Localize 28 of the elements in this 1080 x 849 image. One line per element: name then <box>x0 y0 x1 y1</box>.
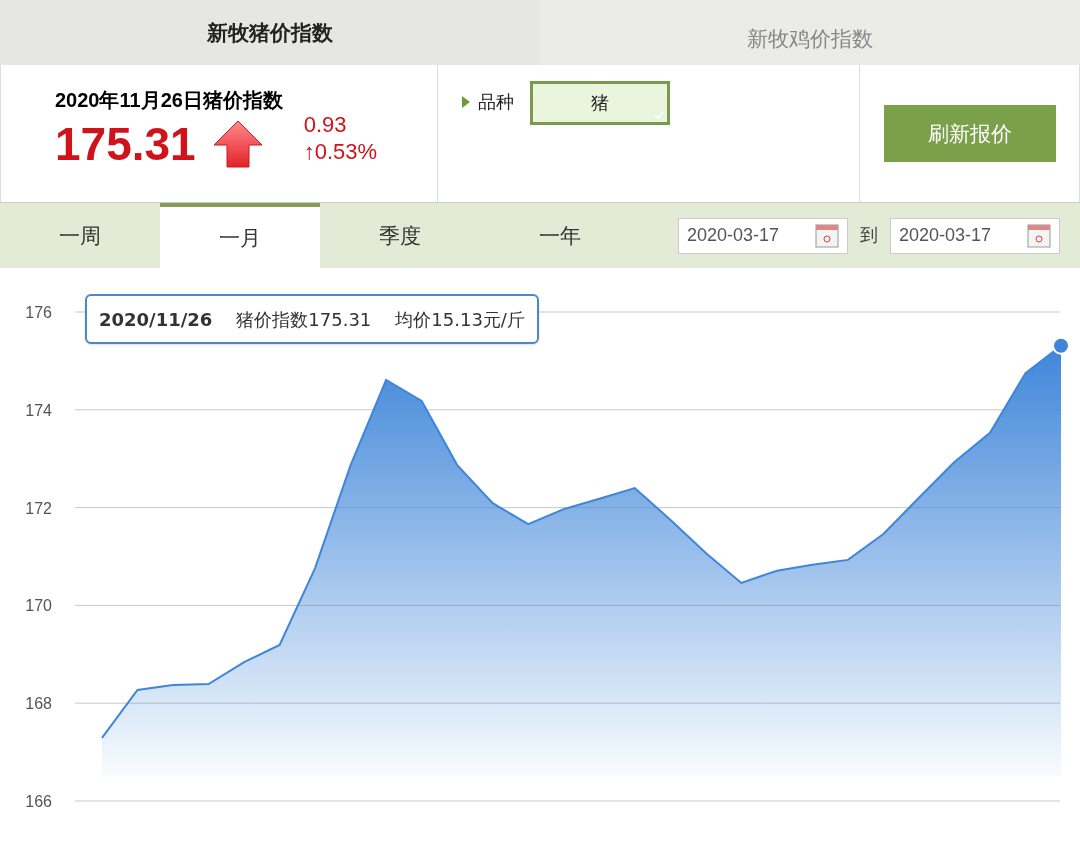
change-value: 0.93 <box>303 110 348 138</box>
period-tab[interactable]: 季度 <box>320 203 480 268</box>
axis-label: 170 <box>25 597 52 615</box>
axis-label: 172 <box>25 499 52 517</box>
index-date-title: 2020年11月26日猪价指数 <box>55 88 284 113</box>
variety-label: 品种 <box>478 91 514 114</box>
index-value: 175.31 <box>55 121 196 167</box>
tooltip-price: 均价15.13元/斤 <box>395 307 525 332</box>
top-tab[interactable]: 新牧猪价指数 <box>0 0 540 65</box>
period-tab[interactable]: 一月 <box>160 203 320 268</box>
axis-label: 176 <box>25 304 52 321</box>
calendar-icon <box>1027 223 1051 248</box>
axis-label: 168 <box>25 695 52 713</box>
check-icon <box>654 111 664 119</box>
tooltip-date: 2020/11/26 <box>99 307 213 332</box>
point-marker <box>1052 336 1070 355</box>
period-tab[interactable]: 一周 <box>0 203 160 268</box>
tooltip-index: 猪价指数175.31 <box>236 307 372 332</box>
axis-label: 174 <box>25 401 52 419</box>
triangle-icon <box>462 96 470 108</box>
period-tab[interactable]: 一年 <box>480 203 640 268</box>
variety-select[interactable]: 猪 <box>530 81 670 125</box>
start-date-field[interactable]: 2020-03-17 <box>678 217 848 254</box>
date-separator: 到 <box>860 224 878 247</box>
change-percent: ↑0.53% <box>303 138 378 166</box>
calendar-icon <box>815 223 839 248</box>
end-date-field[interactable]: 2020-03-17 <box>890 217 1060 254</box>
axis-label: 166 <box>25 793 52 810</box>
